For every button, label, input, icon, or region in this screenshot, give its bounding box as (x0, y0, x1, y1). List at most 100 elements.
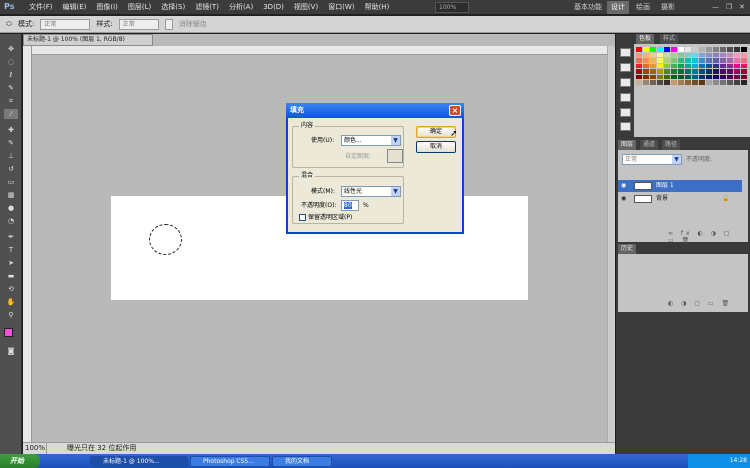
use-label: 使用(U): (311, 137, 335, 144)
color-swatch[interactable] (727, 80, 734, 86)
workspace-design[interactable]: 设计 (607, 1, 629, 14)
custom-pattern-picker[interactable] (387, 149, 403, 163)
crop-tool-icon[interactable]: ⌗ (4, 96, 18, 106)
menu-image[interactable]: 图像(I) (91, 0, 123, 15)
color-swatch[interactable] (678, 80, 685, 86)
workspace-basic[interactable]: 基本功能 (570, 1, 606, 14)
dodge-tool-icon[interactable]: ◔ (4, 216, 18, 226)
zoom-tool-icon[interactable]: ⚲ (4, 310, 18, 320)
layer-row[interactable]: ◉ 图层 1 (618, 180, 742, 192)
blend-mode-select[interactable]: 正常 ▼ (622, 154, 682, 165)
preserve-transparency-checkbox[interactable] (299, 214, 306, 221)
lasso-tool-icon[interactable]: ℓ (4, 70, 18, 80)
tab-layers[interactable]: 图层 (618, 140, 637, 150)
mode-label: 模式: (17, 20, 35, 28)
type-tool-icon[interactable]: T (4, 245, 18, 255)
antialias-checkbox[interactable] (164, 18, 173, 30)
mode-select[interactable]: 正常 (40, 18, 91, 30)
color-swatch[interactable] (713, 80, 720, 86)
shape-tool-icon[interactable]: ▬ (4, 271, 18, 281)
color-swatch[interactable] (692, 80, 699, 86)
taskbar-item-photoshop-doc[interactable]: 未标题-1 @ 100%... (90, 456, 188, 467)
workspace-paint[interactable]: 绘画 (632, 1, 654, 14)
layer-row[interactable]: ◉ 背景 🔒 (618, 193, 742, 205)
brush-tool-icon[interactable]: ✎ (4, 138, 18, 148)
tab-swatches[interactable]: 色板 (636, 34, 655, 44)
tab-paths[interactable]: 路径 (662, 140, 681, 150)
eyedropper-tool-icon[interactable]: ⁄ (4, 109, 18, 119)
tab-channels[interactable]: 通道 (640, 140, 659, 150)
taskbar-item-documents[interactable]: 我的文档 (272, 456, 332, 467)
color-swatch[interactable] (699, 80, 706, 86)
marquee-tool-icon[interactable]: ◌ (4, 57, 18, 67)
color-swatch[interactable] (706, 80, 713, 86)
menu-help[interactable]: 帮助(H) (360, 0, 395, 15)
marquee-tool-icon[interactable]: ⬭ (6, 20, 12, 29)
foreground-color-swatch[interactable] (4, 328, 13, 337)
tab-history[interactable]: 历史 (618, 244, 637, 254)
eye-icon[interactable]: ◉ (621, 182, 628, 189)
clone-source-icon[interactable] (620, 122, 631, 131)
character-icon[interactable] (620, 93, 631, 102)
cancel-button[interactable]: 取消 (416, 141, 456, 153)
dialog-close-icon[interactable]: × (449, 105, 461, 116)
path-select-tool-icon[interactable]: ➤ (4, 258, 18, 268)
adjustments-icon[interactable] (620, 48, 631, 57)
color-swatch[interactable] (734, 80, 741, 86)
color-swatch[interactable] (720, 80, 727, 86)
close-icon[interactable]: ✕ (735, 1, 749, 14)
clone-stamp-tool-icon[interactable]: ⊥ (4, 151, 18, 161)
move-tool-icon[interactable]: ✥ (4, 44, 18, 54)
use-select[interactable]: 颜色... ▼ (341, 135, 401, 146)
color-swatch[interactable] (685, 80, 692, 86)
workspace-photo[interactable]: 摄影 (657, 1, 679, 14)
minimize-icon[interactable]: — (708, 1, 723, 14)
mode-select[interactable]: 线性光 ▼ (341, 186, 401, 197)
taskbar-item-photoshop[interactable]: Photoshop CS5... (190, 456, 270, 467)
quick-mask-icon[interactable]: ◙ (4, 346, 18, 356)
brush-presets-icon[interactable] (620, 108, 631, 117)
color-swatch[interactable] (650, 80, 657, 86)
menu-analysis[interactable]: 分析(A) (224, 0, 258, 15)
menu-filter[interactable]: 滤镜(T) (190, 0, 224, 15)
color-swatch[interactable] (741, 80, 748, 86)
menu-file[interactable]: 文件(F) (24, 0, 58, 15)
blur-tool-icon[interactable]: ● (4, 203, 18, 213)
healing-tool-icon[interactable]: ✚ (4, 125, 18, 135)
menu-view[interactable]: 视图(V) (289, 0, 323, 15)
zoom-readout[interactable]: 100% (23, 443, 47, 454)
pen-tool-icon[interactable]: ✒ (4, 232, 18, 242)
document-tab[interactable]: 未标题-1 @ 100% (图层 1, RGB/8) (23, 34, 153, 46)
gradient-tool-icon[interactable]: ▦ (4, 190, 18, 200)
paragraph-icon[interactable] (620, 78, 631, 87)
3d-rotate-tool-icon[interactable]: ⟲ (4, 284, 18, 294)
masks-icon[interactable] (620, 63, 631, 72)
chevron-down-icon: ▼ (672, 155, 681, 164)
zoom-level-dropdown[interactable]: 100% (435, 2, 469, 13)
tool-panel: ✥ ◌ ℓ ✎ ⌗ ⁄ ✚ ✎ ⊥ ↺ ▭ ▦ ● ◔ ✒ T ➤ ▬ ⟲ ✋ … (0, 34, 22, 454)
blending-group-label: 混合 (299, 172, 316, 180)
tab-styles[interactable]: 样式 (660, 34, 679, 44)
color-swatch[interactable] (664, 80, 671, 86)
history-panel-buttons[interactable]: ◐ ◑ ▢ ▭ 🗑 (668, 300, 742, 308)
quick-select-tool-icon[interactable]: ✎ (4, 83, 18, 93)
color-swatch[interactable] (643, 80, 650, 86)
menu-layer[interactable]: 图层(L) (123, 0, 156, 15)
color-swatch[interactable] (657, 80, 664, 86)
eraser-tool-icon[interactable]: ▭ (4, 177, 18, 187)
layer-panel-buttons[interactable]: ∞ fx ◐ ◑ ▢ ▭ 🗑 (668, 230, 742, 244)
history-brush-tool-icon[interactable]: ↺ (4, 164, 18, 174)
style-label: 样式: (96, 20, 113, 28)
menu-edit[interactable]: 编辑(E) (58, 0, 92, 15)
color-swatch[interactable] (636, 80, 643, 86)
style-select[interactable]: 正常 (118, 18, 159, 30)
menu-window[interactable]: 窗口(W) (323, 0, 359, 15)
menu-select[interactable]: 选择(S) (156, 0, 190, 15)
vertical-scrollbar[interactable] (607, 46, 615, 442)
start-button[interactable]: 开始 (0, 454, 40, 468)
eye-icon[interactable]: ◉ (621, 195, 628, 202)
opacity-input[interactable]: 80 (341, 200, 359, 211)
color-swatch[interactable] (671, 80, 678, 86)
menu-3d[interactable]: 3D(D) (258, 0, 289, 15)
hand-tool-icon[interactable]: ✋ (4, 297, 18, 307)
